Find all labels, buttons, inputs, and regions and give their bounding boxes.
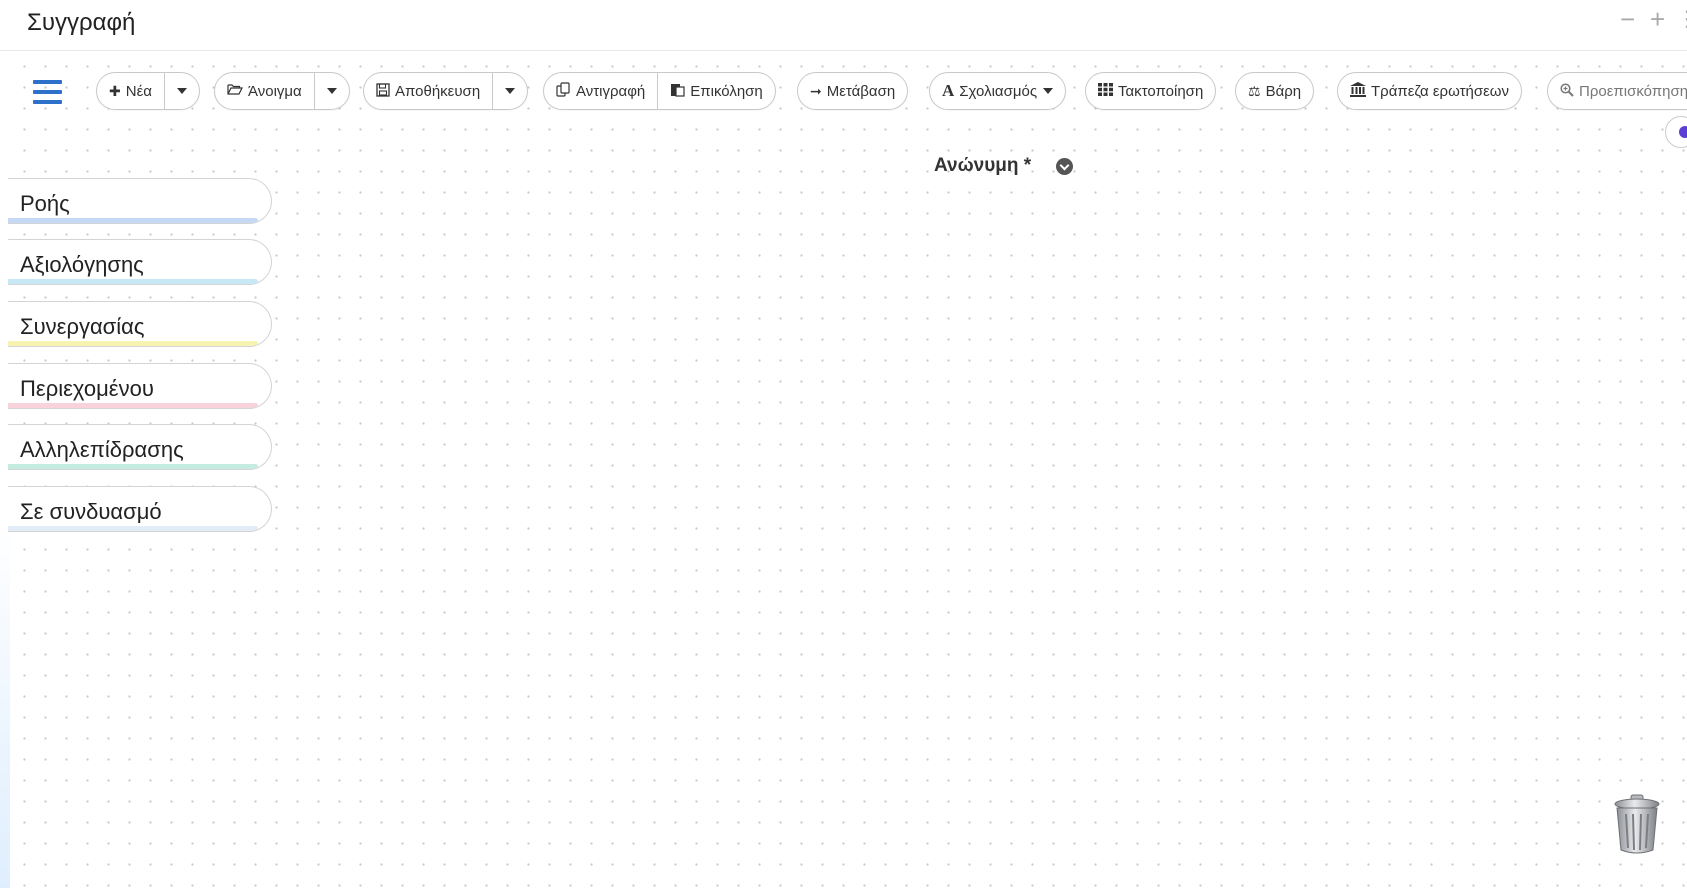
bank-icon (1350, 82, 1366, 100)
weights-button[interactable]: ⚖ Βάρη (1236, 73, 1313, 109)
annotate-button-group: A Σχολιασμός (929, 72, 1067, 110)
open-dropdown-button[interactable] (313, 73, 349, 109)
new-label: Νέα (125, 82, 152, 100)
annotate-label: Σχολιασμός (959, 82, 1038, 100)
arrange-button-group: Τακτοποίηση (1085, 72, 1217, 110)
caret-down-icon (176, 88, 187, 94)
category-color-bar (8, 464, 258, 469)
annotate-button[interactable]: A Σχολιασμός (930, 73, 1065, 109)
goto-label: Μετάβαση (826, 82, 896, 100)
category-color-bar (8, 526, 258, 531)
canvas-grid[interactable] (8, 50, 1687, 888)
category-collaboration[interactable]: Συνεργασίας (8, 301, 272, 347)
category-flow[interactable]: Ροής (8, 178, 272, 224)
arrow-right-icon: ➞ (810, 82, 822, 99)
category-content[interactable]: Περιεχομένου (8, 363, 272, 409)
search-plus-icon (1560, 82, 1574, 100)
save-icon (376, 82, 390, 100)
new-dropdown-button[interactable] (163, 73, 199, 109)
category-label: Αλληλεπίδρασης (20, 437, 184, 462)
weights-label: Βάρη (1265, 82, 1302, 100)
chevron-down-icon[interactable] (1056, 158, 1073, 175)
clipboard-button-group: Αντιγραφή Επικόληση (543, 72, 776, 110)
save-dropdown-button[interactable] (492, 73, 527, 109)
save-button[interactable]: Αποθήκευση (364, 73, 492, 109)
open-button[interactable]: Άνοιγμα (215, 73, 314, 109)
open-label: Άνοιγμα (248, 82, 302, 100)
preview-button-group: Προεπισκόπηση (1547, 72, 1687, 110)
goto-button[interactable]: ➞ Μετάβαση (798, 73, 907, 109)
copy-label: Αντιγραφή (576, 82, 646, 100)
category-label: Περιεχομένου (20, 376, 154, 401)
balance-scale-icon: ⚖ (1248, 82, 1261, 99)
open-button-group: Άνοιγμα (214, 72, 350, 110)
folder-open-icon (227, 83, 243, 99)
app-title: Συγγραφή (27, 9, 136, 36)
menu-icon[interactable] (33, 80, 62, 104)
preview-button[interactable]: Προεπισκόπηση (1548, 73, 1687, 109)
font-icon: A (942, 81, 955, 100)
save-button-group: Αποθήκευση (363, 72, 529, 110)
caret-down-icon (326, 88, 337, 94)
title-bar: Συγγραφή − + ⋮ (0, 0, 1687, 51)
plus-icon: ✚ (109, 82, 121, 99)
minimize-icon[interactable]: − (1620, 6, 1635, 32)
category-label: Συνεργασίας (20, 314, 145, 339)
canvas-edge-fade (0, 520, 10, 888)
category-color-bar (8, 218, 258, 223)
category-assessment[interactable]: Αξιολόγησης (8, 239, 272, 285)
weights-button-group: ⚖ Βάρη (1235, 72, 1315, 110)
category-combined[interactable]: Σε συνδυασμό (8, 486, 272, 532)
caret-down-icon (1043, 88, 1054, 94)
new-button[interactable]: ✚ Νέα (97, 73, 164, 109)
question-bank-button[interactable]: Τράπεζα ερωτήσεων (1338, 73, 1521, 109)
category-color-bar (8, 279, 258, 284)
document-title: Ανώνυμη * (934, 155, 1032, 176)
category-label: Αξιολόγησης (20, 252, 144, 277)
trash-icon[interactable] (1612, 794, 1662, 856)
more-icon[interactable]: ⋮ (1676, 6, 1687, 32)
arrange-button[interactable]: Τακτοποίηση (1086, 73, 1215, 109)
preview-label: Προεπισκόπηση (1579, 82, 1687, 100)
category-color-bar (8, 403, 258, 408)
maximize-icon[interactable]: + (1650, 6, 1665, 32)
paste-label: Επικόληση (690, 82, 763, 100)
question-bank-button-group: Τράπεζα ερωτήσεων (1337, 72, 1522, 110)
category-label: Ροής (20, 191, 70, 216)
grid-icon (1098, 83, 1113, 99)
category-label: Σε συνδυασμό (20, 499, 162, 524)
copy-icon (556, 82, 571, 100)
caret-down-icon (505, 88, 516, 94)
goto-button-group: ➞ Μετάβαση (797, 72, 909, 110)
question-bank-label: Τράπεζα ερωτήσεων (1371, 82, 1509, 100)
category-interaction[interactable]: Αλληλεπίδρασης (8, 424, 272, 470)
category-color-bar (8, 341, 258, 346)
paste-button[interactable]: Επικόληση (657, 73, 775, 109)
save-label: Αποθήκευση (395, 82, 481, 100)
arrange-label: Τακτοποίηση (1118, 82, 1204, 100)
paste-icon (670, 82, 685, 100)
new-button-group: ✚ Νέα (96, 72, 200, 110)
copy-button[interactable]: Αντιγραφή (544, 73, 657, 109)
